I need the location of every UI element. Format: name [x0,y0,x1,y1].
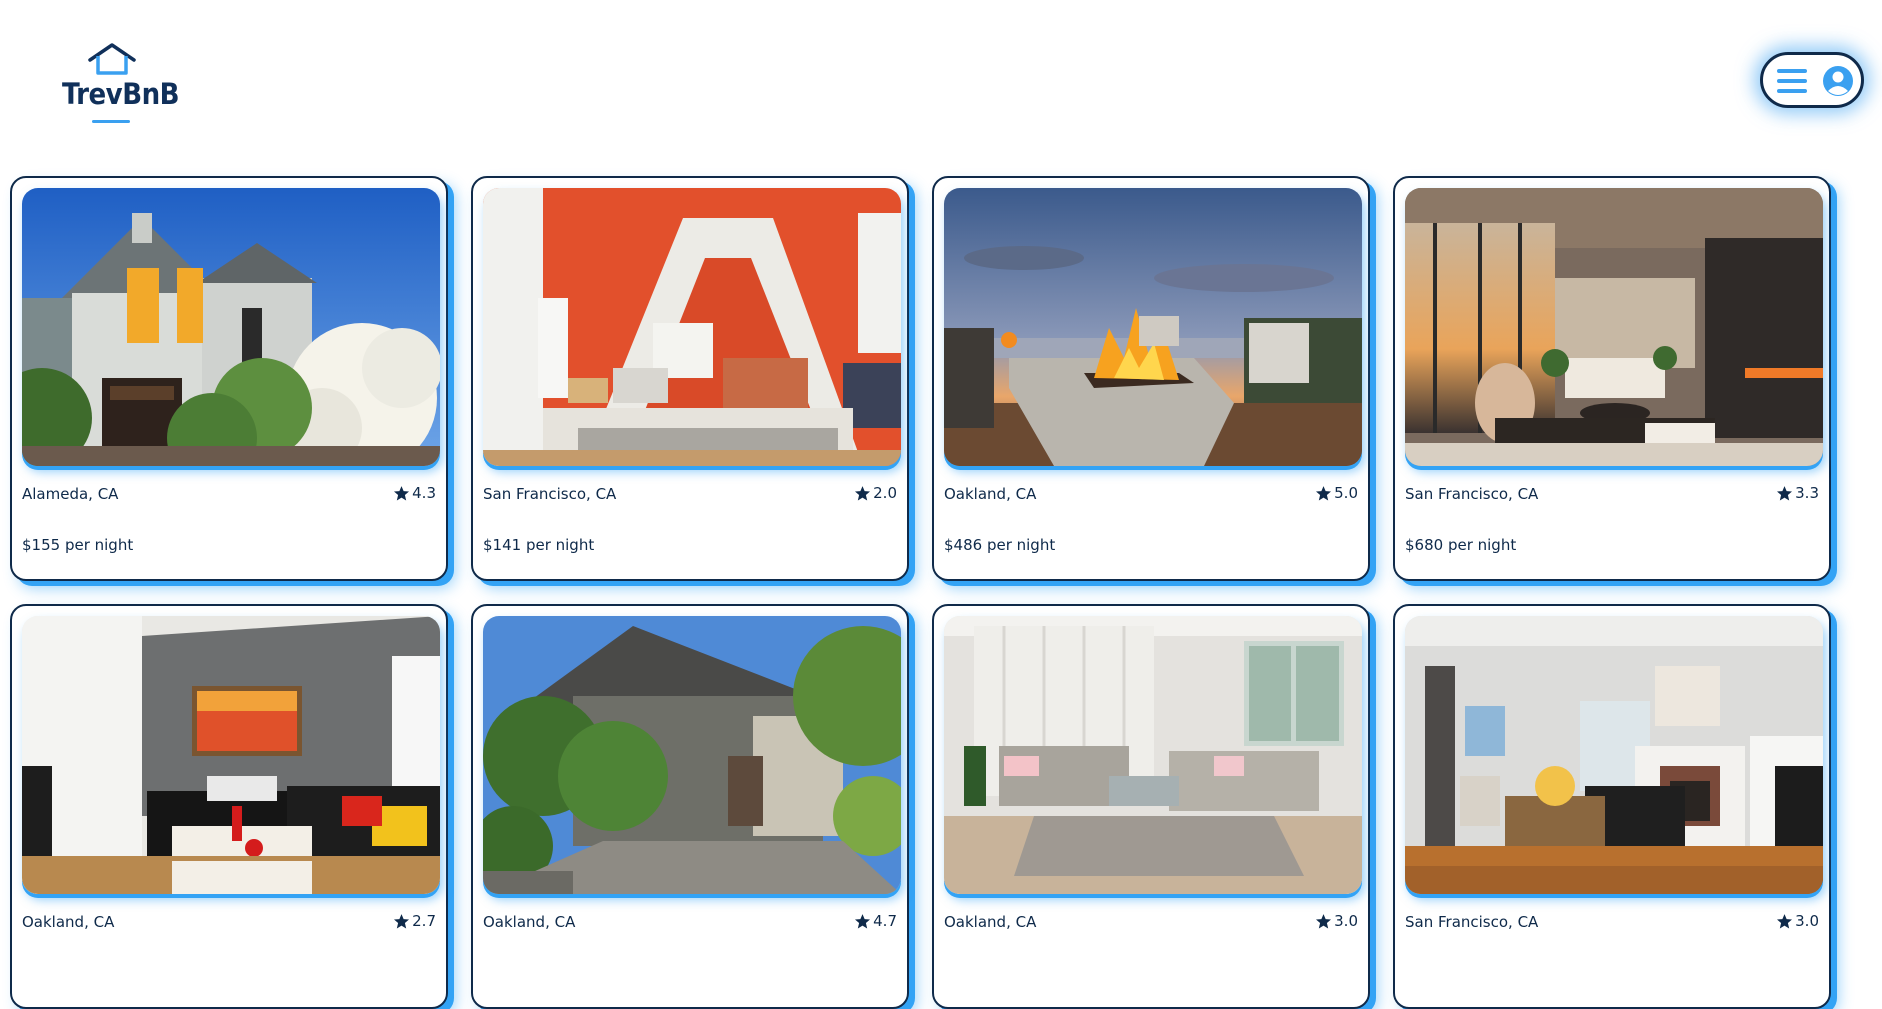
logo-text: TrevBnB [62,77,180,111]
listing-location: San Francisco, CA [1405,485,1539,503]
listing-rating: 3.0 [1776,912,1819,930]
listing-location: Oakland, CA [944,485,1037,503]
listing-rating: 4.3 [393,484,436,502]
listing-rating: 4.7 [854,912,897,930]
listing-card[interactable]: San Francisco, CA 3.3 $680 per night [1393,176,1831,581]
listing-photo[interactable] [483,188,901,466]
listing-rating: 2.7 [393,912,436,930]
listing-photo[interactable] [944,616,1362,894]
listing-price: $141 per night [483,536,595,554]
rating-value: 3.0 [1795,912,1819,930]
listing-card[interactable]: Oakland, CA 2.7 [10,604,448,1009]
listing-rating: 3.0 [1315,912,1358,930]
listing-photo[interactable] [22,616,440,894]
listing-location: San Francisco, CA [1405,913,1539,931]
house-icon [88,43,136,75]
account-menu-button[interactable] [1760,52,1864,108]
listing-price: $486 per night [944,536,1056,554]
listing-photo[interactable] [1405,188,1823,466]
listing-location: Oakland, CA [22,913,115,931]
listing-rating: 5.0 [1315,484,1358,502]
rating-value: 5.0 [1334,484,1358,502]
hamburger-menu-icon [1777,69,1807,93]
star-icon [1316,485,1332,500]
listing-photo[interactable] [944,188,1362,466]
user-avatar-icon [1823,66,1853,96]
listing-price: $155 per night [22,536,134,554]
rating-value: 2.7 [412,912,436,930]
rating-value: 2.0 [873,484,897,502]
rating-value: 3.0 [1334,912,1358,930]
star-icon [855,485,871,500]
star-icon [1777,485,1793,500]
star-icon [855,913,871,928]
listing-location: San Francisco, CA [483,485,617,503]
star-icon [1777,913,1793,928]
listing-photo[interactable] [1405,616,1823,894]
listing-card[interactable]: Oakland, CA 4.7 [471,604,909,1009]
trevbnb-logo[interactable]: TrevBnB [62,42,180,126]
listing-location: Alameda, CA [22,485,119,503]
star-icon [1316,913,1332,928]
listing-card[interactable]: Alameda, CA 4.3 $155 per night [10,176,448,581]
listing-card[interactable]: San Francisco, CA 2.0 $141 per night [471,176,909,581]
listing-photo[interactable] [22,188,440,466]
listing-rating: 3.3 [1776,484,1819,502]
listing-price: $680 per night [1405,536,1517,554]
rating-value: 4.3 [412,484,436,502]
listing-photo[interactable] [483,616,901,894]
listing-rating: 2.0 [854,484,897,502]
star-icon [394,913,410,928]
rating-value: 3.3 [1795,484,1819,502]
listing-location: Oakland, CA [483,913,576,931]
star-icon [394,485,410,500]
listing-card[interactable]: Oakland, CA 5.0 $486 per night [932,176,1370,581]
rating-value: 4.7 [873,912,897,930]
top-header: TrevBnB [0,0,1882,150]
logo-underline [92,120,130,123]
listing-card[interactable]: San Francisco, CA 3.0 [1393,604,1831,1009]
listing-location: Oakland, CA [944,913,1037,931]
listing-card[interactable]: Oakland, CA 3.0 [932,604,1370,1009]
